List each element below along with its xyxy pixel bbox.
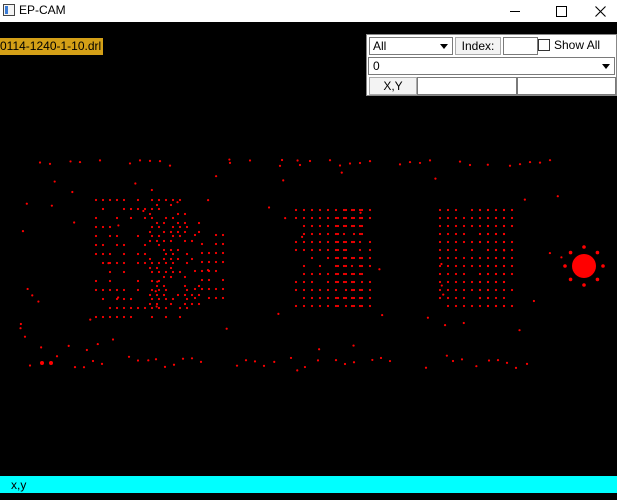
show-all-label: Show All xyxy=(554,38,601,52)
filter-select-value: All xyxy=(373,39,387,53)
minimize-button[interactable] xyxy=(492,0,538,22)
x-coordinate-input[interactable] xyxy=(417,77,517,95)
value-select[interactable]: 0 xyxy=(368,57,615,75)
close-icon xyxy=(595,5,606,17)
app-window-icon xyxy=(3,4,15,16)
title-bar: EP-CAM xyxy=(0,0,617,22)
filter-select[interactable]: All xyxy=(369,37,453,55)
chevron-down-icon xyxy=(440,44,448,49)
status-text: x,y xyxy=(11,478,27,492)
show-all-checkbox[interactable] xyxy=(538,39,550,51)
index-input[interactable] xyxy=(503,37,538,55)
query-panel: All Index: Show All 0 X,Y xyxy=(366,34,617,96)
status-bar: x,y xyxy=(0,476,617,493)
index-label: Index: xyxy=(455,37,501,55)
maximize-icon xyxy=(555,5,567,17)
xy-label: X,Y xyxy=(369,77,417,95)
value-select-value: 0 xyxy=(373,59,380,73)
minimize-icon xyxy=(510,10,520,12)
window-title: EP-CAM xyxy=(19,3,66,17)
file-name-label: 0114-1240-1-10.drl xyxy=(0,38,104,55)
maximize-button[interactable] xyxy=(538,0,584,22)
chevron-down-icon xyxy=(602,64,610,69)
y-coordinate-input[interactable] xyxy=(517,77,616,95)
close-button[interactable] xyxy=(584,0,617,22)
